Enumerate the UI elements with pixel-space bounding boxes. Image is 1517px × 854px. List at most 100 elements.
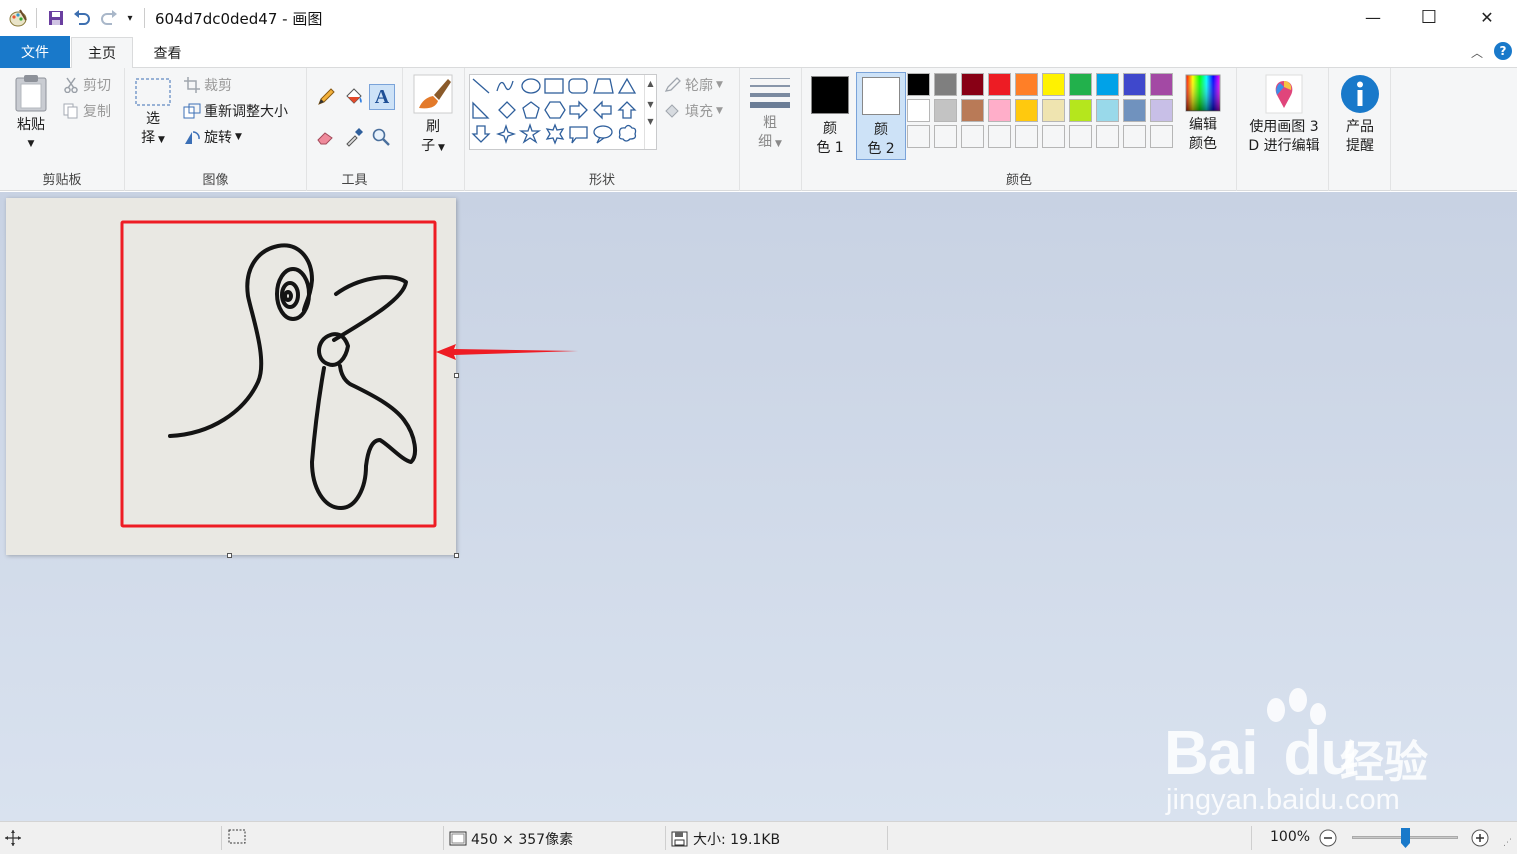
palette-empty-slot[interactable]: [934, 125, 957, 148]
image-size-indicator: 450 × 357像素: [449, 829, 573, 849]
zoom-in-button[interactable]: [1470, 828, 1490, 848]
resize-icon: [183, 102, 201, 120]
palette-empty-slot[interactable]: [961, 125, 984, 148]
outline-brush-icon: [664, 76, 682, 94]
palette-empty-slot[interactable]: [1069, 125, 1092, 148]
shapes-gallery[interactable]: ▲ ▼ ▼: [469, 74, 657, 150]
palette-empty-slot[interactable]: [988, 125, 1011, 148]
redo-icon[interactable]: [98, 7, 120, 29]
palette-color-swatch[interactable]: [1015, 73, 1038, 96]
select-button[interactable]: 选 择 ▼: [132, 78, 174, 150]
image-size-text: 450 × 357像素: [471, 832, 574, 848]
palette-color-swatch[interactable]: [1096, 99, 1119, 122]
oval-callout-shape-icon: [593, 125, 613, 139]
group-label-colors: 颜色: [1005, 173, 1032, 188]
palette-empty-slot[interactable]: [1015, 125, 1038, 148]
palette-empty-slot[interactable]: [1123, 125, 1146, 148]
fill-button[interactable]: 填充 ▼: [664, 100, 723, 122]
scroll-up-icon[interactable]: ▲: [645, 79, 656, 88]
color-picker-tool[interactable]: [342, 126, 366, 148]
zoom-slider-thumb[interactable]: [1400, 827, 1411, 849]
palette-color-swatch[interactable]: [907, 73, 930, 96]
paint-app-icon[interactable]: [6, 7, 30, 29]
fill-tool[interactable]: [342, 86, 366, 108]
crop-button[interactable]: 裁剪: [183, 74, 232, 96]
size-label-1: 粗: [763, 115, 777, 131]
eraser-tool[interactable]: [314, 126, 338, 148]
palette-color-swatch[interactable]: [934, 99, 957, 122]
minimize-button[interactable]: —: [1350, 0, 1396, 34]
size-dropdown-icon: ▼: [772, 139, 782, 149]
status-bar: 450 × 357像素 大小: 19.1KB 100% ⋰: [0, 821, 1517, 854]
disk-icon: [671, 831, 688, 847]
palette-color-swatch[interactable]: [961, 99, 984, 122]
edit-colors-button[interactable]: 编辑 颜色: [1180, 74, 1226, 154]
save-icon[interactable]: [45, 7, 67, 29]
close-button[interactable]: ✕: [1464, 0, 1510, 34]
palette-color-swatch[interactable]: [934, 73, 957, 96]
product-alert-button[interactable]: 产品 提醒: [1337, 74, 1383, 156]
pencil-tool[interactable]: [314, 86, 338, 108]
copy-button[interactable]: 复制: [62, 100, 111, 122]
tab-file[interactable]: 文件: [0, 36, 70, 68]
canvas-resize-handle-right[interactable]: [454, 373, 459, 378]
palette-empty-slot[interactable]: [1150, 125, 1173, 148]
palette-color-swatch[interactable]: [961, 73, 984, 96]
color2-label-1: 颜: [874, 122, 888, 138]
palette-empty-slot[interactable]: [907, 125, 930, 148]
status-separator: [1251, 826, 1252, 850]
palette-empty-slot[interactable]: [1096, 125, 1119, 148]
color2-button[interactable]: 颜 色 2: [856, 72, 906, 160]
palette-color-swatch[interactable]: [1069, 99, 1092, 122]
tab-view[interactable]: 查看: [140, 37, 195, 68]
palette-color-swatch[interactable]: [1015, 99, 1038, 122]
scroll-down-icon[interactable]: ▼: [645, 100, 656, 109]
palette-color-swatch[interactable]: [988, 73, 1011, 96]
shapes-grid-icon: [471, 77, 637, 145]
palette-color-swatch[interactable]: [1150, 99, 1173, 122]
palette-color-swatch[interactable]: [1150, 73, 1173, 96]
gallery-expand-icon[interactable]: ▼: [645, 117, 656, 126]
outline-button[interactable]: 轮廓 ▼: [664, 74, 723, 96]
drawing-canvas[interactable]: [6, 198, 456, 555]
fill-dropdown-icon: ▼: [716, 106, 723, 116]
rotate-label: 旋转: [204, 130, 232, 146]
resize-grip-icon[interactable]: ⋰: [1503, 838, 1512, 848]
watermark-brand: Bai du: [1164, 719, 1358, 788]
ribbon-tab-bar: 文件 主页 查看 ︿ ?: [0, 36, 1517, 69]
shapes-gallery-scrollbar[interactable]: ▲ ▼ ▼: [644, 75, 656, 149]
palette-color-swatch[interactable]: [1096, 73, 1119, 96]
brushes-button[interactable]: 刷 子 ▼: [411, 74, 455, 158]
palette-color-swatch[interactable]: [988, 99, 1011, 122]
canvas-resize-handle-bottom[interactable]: [227, 553, 232, 558]
paste-dropdown-icon: ▼: [27, 139, 35, 149]
cloud-callout-shape-icon: [618, 124, 637, 142]
text-tool[interactable]: A: [369, 84, 395, 110]
help-icon[interactable]: ?: [1494, 42, 1512, 60]
customize-quick-access-icon[interactable]: ▾: [123, 7, 137, 29]
palette-color-swatch[interactable]: [1123, 73, 1146, 96]
palette-color-swatch[interactable]: [1042, 99, 1065, 122]
cut-button[interactable]: 剪切: [62, 74, 111, 96]
color1-button[interactable]: 颜 色 1: [807, 72, 853, 160]
edit-with-paint3d-button[interactable]: 使用画图 3 D 进行编辑: [1241, 74, 1327, 156]
palette-color-swatch[interactable]: [1069, 73, 1092, 96]
canvas-resize-handle-corner[interactable]: [454, 553, 459, 558]
collapse-ribbon-icon[interactable]: ︿: [1471, 44, 1483, 61]
palette-color-swatch[interactable]: [1042, 73, 1065, 96]
tab-home[interactable]: 主页: [71, 37, 133, 69]
size-button[interactable]: 粗 细 ▼: [748, 76, 792, 154]
palette-empty-slot[interactable]: [1042, 125, 1065, 148]
zoom-out-button[interactable]: [1318, 828, 1338, 848]
palette-color-swatch[interactable]: [907, 99, 930, 122]
rotate-button[interactable]: 旋转 ▼: [183, 126, 242, 148]
info-icon: [1337, 74, 1383, 114]
paste-button[interactable]: 粘贴 ▼: [8, 74, 54, 154]
undo-icon[interactable]: [71, 7, 93, 29]
triangle-shape-icon: [617, 77, 637, 94]
resize-button[interactable]: 重新调整大小: [183, 100, 288, 122]
maximize-button[interactable]: ☐: [1406, 0, 1452, 34]
palette-color-swatch[interactable]: [1123, 99, 1146, 122]
product-alert-label-2: 提醒: [1346, 138, 1374, 154]
magnifier-tool[interactable]: [369, 126, 393, 148]
